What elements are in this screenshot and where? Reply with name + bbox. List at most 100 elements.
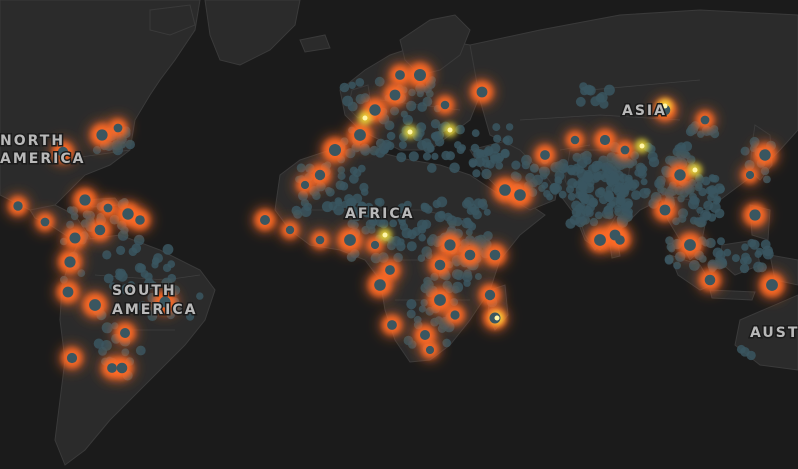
event-dot [755, 247, 764, 256]
event-glow-yellow-center [362, 115, 368, 121]
event-dot [420, 202, 431, 213]
event-dot [458, 144, 466, 152]
event-dot [700, 209, 712, 221]
event-glow-center [540, 150, 550, 160]
event-dot [398, 141, 407, 149]
event-dot [603, 190, 614, 201]
event-glow-center [13, 201, 23, 211]
event-dot [442, 338, 452, 348]
event-glow-center [370, 240, 380, 250]
event-dot [575, 96, 586, 107]
label-south-america-1: SOUTH [112, 283, 177, 299]
event-glow-yellow-center [692, 167, 698, 173]
event-glow-center [594, 234, 606, 246]
event-dot [448, 220, 457, 229]
event-dot [422, 152, 432, 161]
event-glow-center [766, 279, 778, 291]
label-australia: AUST [750, 325, 798, 341]
event-dot [589, 217, 599, 227]
event-glow-center [484, 289, 496, 301]
event-dot [710, 129, 720, 139]
event-dot [137, 263, 146, 273]
event-dot [627, 181, 638, 191]
event-dot [588, 164, 598, 174]
event-dot [435, 130, 445, 140]
event-glow-yellow-center [639, 143, 645, 149]
event-dot [471, 129, 480, 138]
event-dot [505, 123, 514, 131]
label-north-america-1: NORTH [0, 133, 65, 149]
event-dot [375, 147, 386, 158]
event-dot [624, 200, 633, 209]
event-dot [479, 201, 488, 210]
event-dot [665, 236, 674, 245]
event-dot [763, 175, 771, 184]
event-dot [739, 263, 750, 274]
event-dot [406, 309, 416, 319]
event-glow-yellow-center [407, 129, 413, 135]
event-dot [339, 82, 350, 93]
event-glow-center [609, 229, 621, 241]
event-dot [500, 148, 510, 159]
event-dot [594, 211, 603, 220]
event-glow-center [89, 299, 101, 311]
event-dot [131, 243, 142, 254]
event-dot [647, 151, 658, 162]
event-dot [162, 244, 174, 255]
event-glow-center [489, 249, 501, 261]
event-glow-center [79, 194, 91, 206]
event-dot [153, 253, 163, 264]
event-dot [741, 243, 749, 251]
event-dot [701, 176, 711, 186]
event-dot [717, 237, 725, 246]
event-dot [525, 172, 535, 183]
event-dot [396, 152, 407, 163]
event-glow-center [684, 239, 696, 251]
event-glow-center [434, 259, 446, 271]
event-glow-center [450, 310, 460, 320]
event-glow-center [107, 363, 117, 373]
event-dot [708, 187, 719, 199]
event-dot [339, 181, 349, 191]
event-dot [103, 273, 114, 284]
event-dot [746, 350, 756, 361]
event-dot [417, 140, 427, 150]
event-glow-center [314, 169, 326, 181]
event-dot [413, 315, 422, 324]
event-glow-center [120, 328, 130, 338]
event-dot [117, 268, 126, 278]
event-glow-center [599, 134, 611, 146]
event-dot [554, 176, 562, 184]
event-dot [167, 273, 177, 283]
label-africa: AFRICA [345, 206, 415, 222]
event-dot [608, 176, 617, 184]
event-glow-center [315, 235, 325, 245]
event-dot [167, 260, 176, 268]
event-dot [291, 205, 302, 216]
event-dot [579, 82, 588, 91]
event-dot [468, 159, 477, 168]
event-dot [616, 196, 626, 206]
event-dot [135, 345, 146, 356]
event-dot [571, 207, 582, 218]
event-dot [374, 76, 385, 87]
event-dot [417, 219, 428, 231]
event-glow-center [113, 123, 123, 133]
event-dot [416, 122, 427, 133]
event-glow-center [499, 184, 511, 196]
event-glow-center [434, 294, 446, 306]
event-dot [694, 183, 703, 192]
event-dot [325, 186, 332, 194]
world-map[interactable]: NORTH AMERICA SOUTH AMERICA AFRICA ASIA … [0, 0, 798, 469]
event-dot [683, 151, 691, 159]
event-dot [449, 162, 460, 174]
event-glow-center [94, 224, 106, 236]
event-dot [425, 89, 434, 98]
event-dot [664, 255, 674, 265]
event-dot [468, 203, 477, 213]
event-dot [116, 245, 126, 255]
event-glow-center [62, 286, 74, 298]
event-dot [631, 190, 641, 201]
event-dot [688, 198, 699, 210]
event-glow-center [514, 189, 526, 201]
